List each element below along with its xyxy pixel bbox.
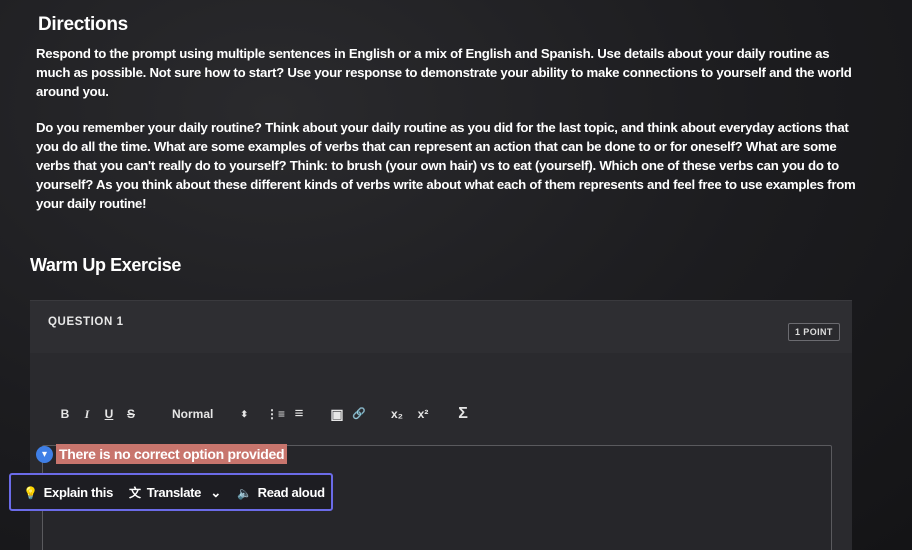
subscript-button[interactable]: x₂ [386, 403, 408, 425]
translate-label: Translate [146, 485, 202, 500]
question-label: QUESTION 1 [48, 316, 124, 328]
audio-marker-icon[interactable]: ▾ [36, 446, 53, 463]
directions-title: Directions [38, 14, 128, 35]
translate-icon: 文 [129, 486, 141, 500]
reading-assistant-bar: 💡 Explain this 文 Translate ⌄ 🔈 Read aloud [9, 473, 333, 511]
question-header: QUESTION 1 1 POINT [30, 301, 852, 353]
explain-label: Explain this [43, 485, 114, 500]
directions-paragraph-1: Respond to the prompt using multiple sen… [36, 46, 852, 99]
feedback-highlight: There is no correct option provided [56, 444, 288, 464]
lightbulb-icon: 💡 [23, 486, 38, 500]
read-aloud-label: Read aloud [257, 485, 325, 500]
question-card: QUESTION 1 1 POINT B I U S Normal ⬍ ⋮≡ ≡… [30, 300, 852, 550]
translate-button[interactable]: 文 Translate ⌄ [129, 483, 221, 503]
page: Directions Respond to the prompt using m… [0, 0, 912, 550]
ordered-list-button[interactable]: ⋮≡ [266, 403, 285, 425]
select-arrow-icon: ⬍ [240, 409, 248, 419]
bold-button[interactable]: B [58, 403, 72, 425]
directions-paragraph-2: Do you remember your daily routine? Thin… [36, 120, 856, 211]
points-badge: 1 POINT [788, 323, 840, 341]
formula-button[interactable]: Σ [454, 403, 472, 425]
strikethrough-button[interactable]: S [124, 403, 138, 425]
read-aloud-button[interactable]: 🔈 Read aloud [237, 483, 325, 503]
italic-button[interactable]: I [80, 403, 94, 425]
chevron-down-icon: ⌄ [210, 485, 221, 500]
editor-toolbar: B I U S Normal ⬍ ⋮≡ ≡ ▣ 🔗 x₂ x² Σ [58, 403, 498, 425]
speaker-icon: 🔈 [237, 486, 252, 500]
format-select[interactable]: Normal ⬍ [166, 403, 254, 425]
explain-button[interactable]: 💡 Explain this [23, 483, 113, 503]
section-title: Warm Up Exercise [30, 255, 182, 275]
format-select-value: Normal [172, 407, 214, 421]
underline-button[interactable]: U [102, 403, 116, 425]
image-button[interactable]: ▣ [328, 403, 346, 425]
superscript-button[interactable]: x² [412, 403, 434, 425]
link-button[interactable]: 🔗 [350, 403, 368, 425]
bullet-list-button[interactable]: ≡ [290, 403, 308, 425]
